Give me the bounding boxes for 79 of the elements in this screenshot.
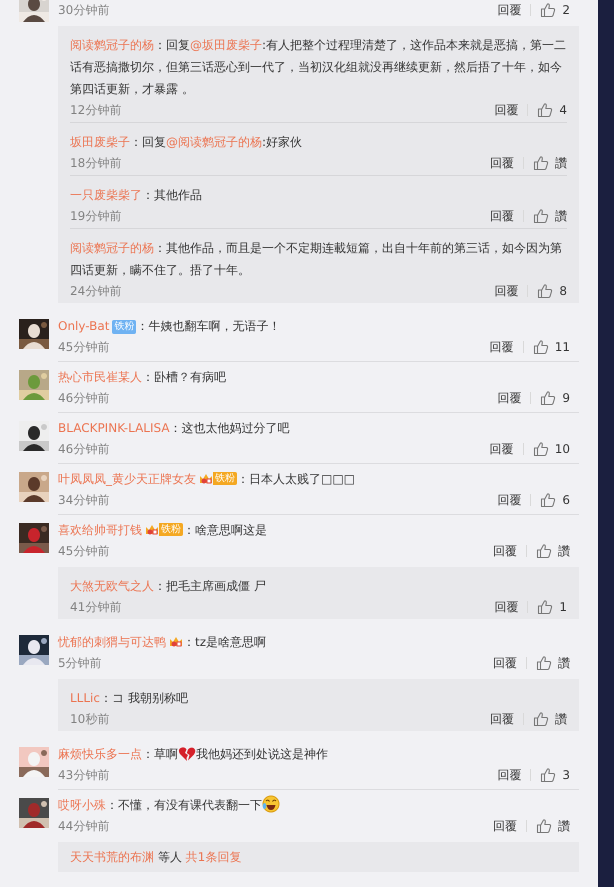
comment-text: 阅读鹩冠子的杨：其他作品，而且是一个不定期连載短篇，出自十年前的第三话，如今因为第四话更新，瞒不住了。捂了十年。: [70, 240, 563, 279]
like-button[interactable]: 讚: [533, 709, 567, 729]
crown-icon: [169, 635, 183, 648]
like-icon: [537, 599, 554, 615]
reply-link[interactable]: 回覆: [494, 104, 528, 116]
like-icon: [540, 492, 556, 508]
like-icon: [537, 283, 554, 299]
comment-text: 哎呀小殊：不懂，有没有课代表翻一下: [58, 790, 579, 816]
comment-text: LLLic：コ 我朝别称吧: [70, 690, 189, 707]
reply-link[interactable]: 回覆: [490, 341, 524, 353]
reply-link[interactable]: 回覆: [493, 820, 527, 832]
like-button[interactable]: 2: [540, 0, 570, 20]
reply-link[interactable]: 回覆: [497, 769, 532, 781]
like-button[interactable]: 讚: [533, 153, 567, 173]
like-button[interactable]: 10: [532, 439, 570, 459]
like-icon: [533, 155, 549, 171]
like-button[interactable]: 1: [537, 597, 567, 617]
comment-text: 叶凤凤凤_黄少天正牌女友 铁粉 ：日本人太贱了□□□: [58, 471, 356, 488]
reply-link[interactable]: 回覆: [490, 157, 524, 169]
like-button[interactable]: 8: [537, 281, 567, 301]
reply-link[interactable]: 回覆: [493, 657, 527, 669]
comment-text: 忧郁的刺猬与可达鸭 ：tz是啥意思啊: [58, 634, 268, 651]
laughing-emoji-icon: [262, 795, 280, 813]
comment-text: 热心市民崔某人：卧槽？有病吧: [58, 369, 227, 386]
reply-link[interactable]: 回覆: [497, 494, 532, 506]
timestamp: 46分钟前: [58, 441, 110, 458]
like-icon: [536, 543, 552, 559]
like-icon: [532, 441, 549, 457]
like-button[interactable]: 4: [537, 100, 567, 120]
comment-text: 麻烦快乐多一点：草啊 我他妈还到处说这是神作: [58, 745, 329, 764]
reply-link[interactable]: 回覆: [493, 545, 527, 557]
timestamp: 24分钟前: [70, 283, 122, 300]
timestamp: 12分钟前: [70, 102, 122, 119]
timestamp: 44分钟前: [58, 818, 110, 835]
timestamp: 34分钟前: [58, 492, 110, 509]
timestamp: 5分钟前: [58, 655, 102, 672]
like-button[interactable]: 讚: [533, 206, 567, 226]
like-button[interactable]: 11: [532, 337, 570, 357]
timestamp: 45分钟前: [58, 543, 110, 560]
like-icon: [532, 339, 549, 355]
comment-text: 喜欢给帅哥打钱 铁粉 ：啥意思啊这是: [58, 522, 268, 539]
like-icon: [540, 390, 556, 406]
reply-link[interactable]: 回覆: [494, 601, 528, 613]
reply-link[interactable]: 回覆: [494, 285, 528, 297]
like-button[interactable]: 讚: [536, 653, 570, 673]
comment-text: 大煞无欧气之人：把毛主席画成僵 尸: [70, 578, 267, 595]
timestamp: 19分钟前: [70, 208, 122, 225]
reply-link[interactable]: 回覆: [497, 4, 532, 16]
reply-count-text: 等人: [158, 850, 182, 864]
like-icon: [533, 711, 549, 727]
comment-text: 阅读鹩冠子的杨：回复@坂田废柴子:有人把整个过程理清楚了，这作品本来就是恶搞，第一二话有恶搞撒切尔，但第三话恶心到一代了，当初汉化组就没再继续更新，然后捂了十年，如今第四话更新，才暴露 。: [70, 37, 567, 98]
like-icon: [533, 208, 549, 224]
comment-text: 坂田废柴子：回复@阅读鹩冠子的杨:好家伙: [70, 134, 304, 151]
timestamp: 18分钟前: [70, 155, 122, 172]
like-button[interactable]: 3: [540, 765, 570, 785]
timestamp: 10秒前: [70, 711, 110, 728]
timestamp: 41分钟前: [70, 599, 122, 616]
like-button[interactable]: 讚: [536, 541, 570, 561]
broken-heart-icon: [178, 746, 196, 762]
like-icon: [536, 818, 552, 834]
comment-text: 一只废柴柴了：其他作品: [70, 187, 203, 204]
like-button[interactable]: 9: [540, 388, 570, 408]
like-button[interactable]: 6: [540, 490, 570, 510]
like-icon: [536, 655, 552, 671]
comment-text: Only-Bat 铁粉 ：牛姨也翻车啊，无语子！: [58, 318, 282, 336]
timestamp: 46分钟前: [58, 390, 110, 407]
reply-link[interactable]: 回覆: [490, 210, 524, 222]
like-icon: [540, 2, 556, 18]
reply-link[interactable]: 回覆: [490, 713, 524, 725]
like-icon: [540, 767, 556, 783]
like-button[interactable]: 讚: [536, 816, 570, 836]
comment-text: BLACKPINK-LALISA：这也太他妈过分了吧: [58, 420, 291, 437]
timestamp: 30分钟前: [58, 2, 110, 19]
like-icon: [537, 102, 554, 118]
fan-badge: 铁粉: [112, 320, 136, 334]
reply-link[interactable]: 回覆: [497, 392, 532, 404]
timestamp: 45分钟前: [58, 339, 110, 356]
reply-link[interactable]: 回覆: [490, 443, 524, 455]
timestamp: 43分钟前: [58, 767, 110, 784]
